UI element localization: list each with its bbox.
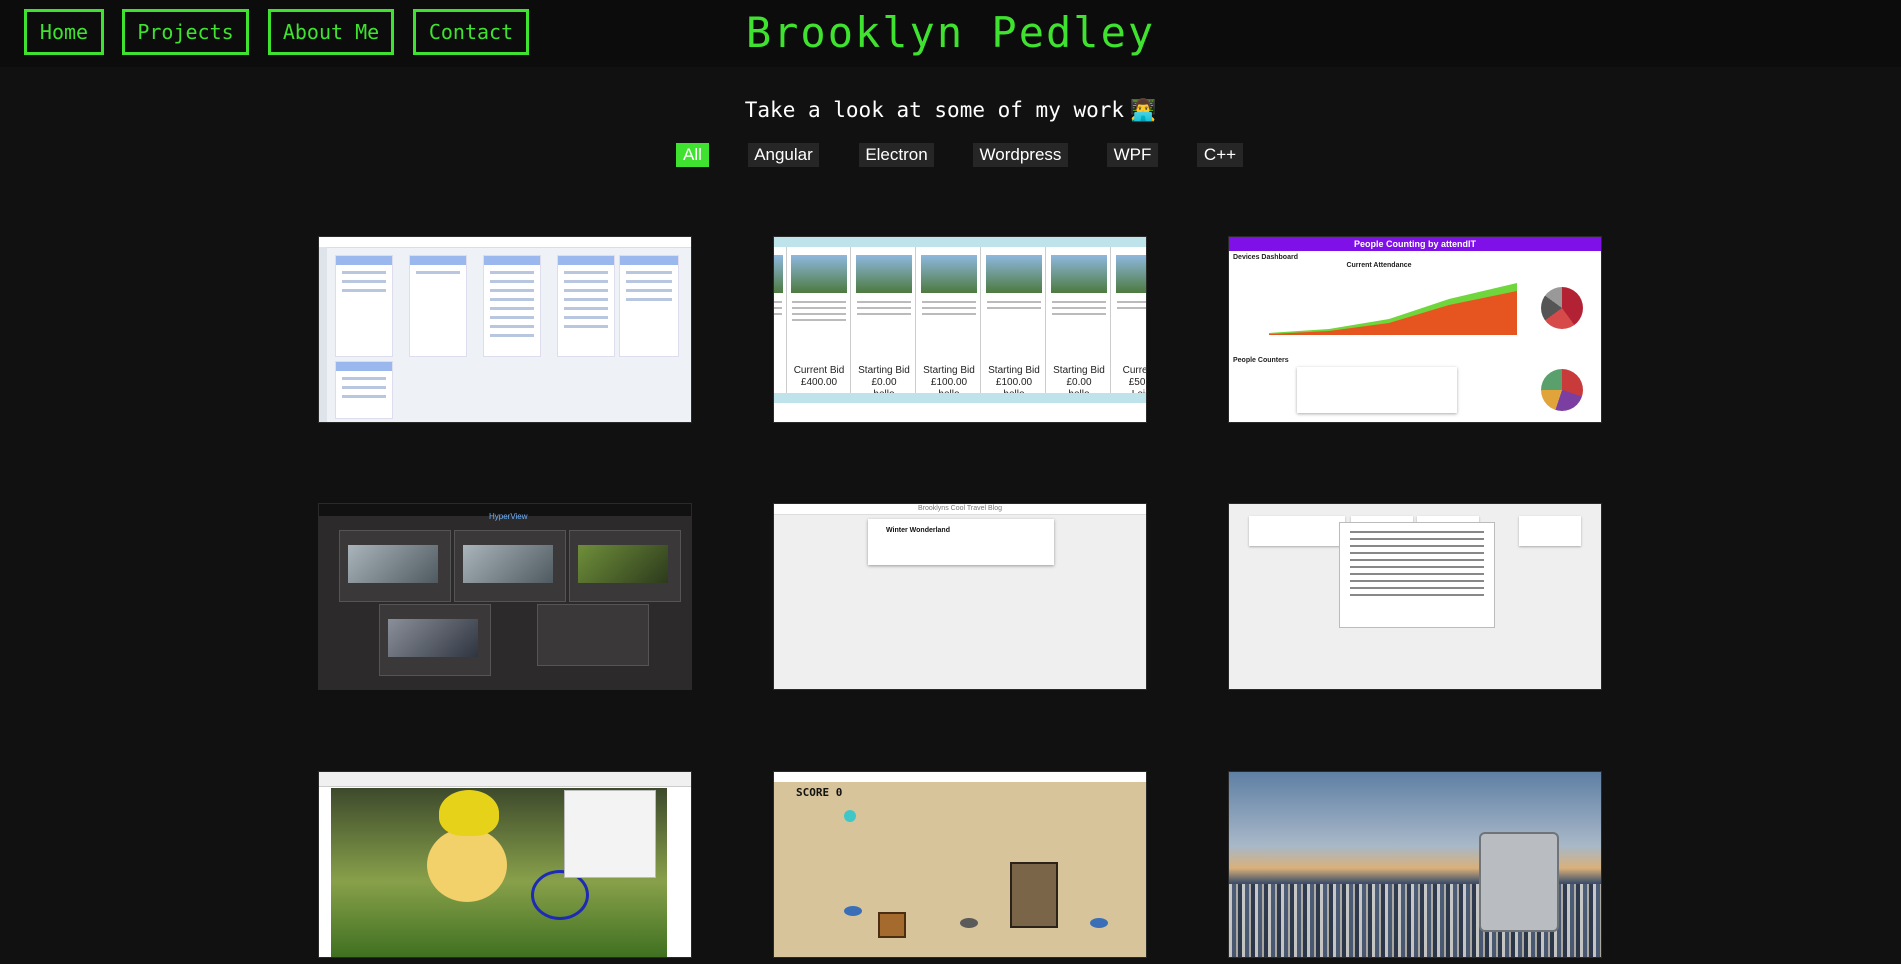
chick-image [427, 828, 507, 902]
filter-cpp[interactable]: C++ [1197, 143, 1243, 167]
footer-band [774, 393, 1146, 403]
blog-title: Brooklyns Cool Travel Blog [917, 505, 1003, 512]
doc-card [1249, 516, 1345, 546]
board-column [335, 255, 393, 357]
camera-tile [339, 530, 451, 602]
bid-amount: £50.00 [1128, 377, 1146, 388]
intro-text: Take a look at some of my work [744, 98, 1125, 122]
crate [878, 912, 906, 938]
header-band [774, 237, 1146, 247]
filter-wordpress[interactable]: Wordpress [973, 143, 1068, 167]
project-card-kanban[interactable] [318, 236, 692, 423]
board-column [409, 255, 467, 357]
player-tank [1010, 862, 1058, 928]
bid-label: Starting Bid [1053, 365, 1105, 376]
color-selector-panel [564, 790, 656, 878]
board-column [557, 255, 615, 357]
bid-amount: £100.00 [930, 377, 968, 388]
bid-label: Starting Bid [988, 365, 1040, 376]
board-column [483, 255, 541, 357]
score-display: SCORE 0 [796, 786, 843, 799]
board-column [335, 361, 393, 419]
app-title-bar: People Counting by attendIT [1229, 237, 1601, 251]
auction-lot: Starting Bid£100.00hello [983, 247, 1046, 400]
flower-image [439, 790, 499, 836]
app-toolbar [319, 237, 691, 248]
intro-heading: Take a look at some of my work 👨‍💻 [0, 98, 1901, 123]
bid-amount: £100.00 [995, 377, 1033, 388]
project-card-documents[interactable] [1228, 503, 1602, 690]
project-card-auction[interactable]: Current Bid£400.00 Starting Bid£0.00hell… [773, 236, 1147, 423]
project-card-marina-photo[interactable] [1228, 771, 1602, 958]
auction-lot: Starting Bid£0.00hello [853, 247, 916, 400]
counter-card [1297, 367, 1457, 413]
document-preview [1339, 522, 1495, 628]
nav-home-button[interactable]: Home [24, 9, 104, 55]
app-name: HyperView [489, 512, 528, 521]
filter-angular[interactable]: Angular [748, 143, 819, 167]
window-title-bar [774, 772, 1146, 782]
camera-tile [454, 530, 566, 602]
app-menu-bar [319, 772, 691, 787]
attendance-area-chart [1269, 283, 1517, 335]
project-card-paint-app[interactable] [318, 771, 692, 958]
section-devices-dashboard: Devices Dashboard [1233, 254, 1298, 261]
doc-card [1519, 516, 1581, 546]
bid-amount: £0.00 [871, 377, 897, 388]
sensor-device [1479, 832, 1559, 932]
auction-lot: Current B£50.00Leigh [1113, 247, 1147, 400]
filter-wpf[interactable]: WPF [1107, 143, 1158, 167]
zombie-sprite [1090, 918, 1108, 928]
bid-label: Current B [1122, 365, 1147, 376]
auction-lot [774, 247, 787, 395]
bid-label: Starting Bid [858, 365, 910, 376]
zombie-sprite [844, 906, 862, 916]
technologist-emoji-icon: 👨‍💻 [1130, 98, 1157, 122]
chart-title: Current Attendance [1346, 262, 1412, 269]
nav-projects-button[interactable]: Projects [122, 9, 249, 55]
bid-label: Current Bid [793, 365, 845, 376]
filter-all[interactable]: All [676, 143, 709, 167]
camera-tile [569, 530, 681, 602]
bid-amount: £400.00 [800, 377, 838, 388]
nav-about-button[interactable]: About Me [268, 9, 394, 55]
auction-lot: Starting Bid£100.00hello [918, 247, 981, 400]
bid-amount: £0.00 [1066, 377, 1092, 388]
section-people-counters: People Counters [1233, 357, 1289, 364]
pie-chart [1541, 287, 1583, 329]
project-filters: All Angular Electron Wordpress WPF C++ [0, 143, 1901, 168]
pie-chart [1541, 369, 1583, 411]
zombie-sprite [844, 810, 856, 822]
board-column [619, 255, 679, 357]
blog-post-card: Winter Wonderland [868, 519, 1054, 565]
project-card-hyperview[interactable]: HyperView [318, 503, 692, 690]
camera-tile [379, 604, 491, 676]
auction-lot: Starting Bid£0.00hello [1048, 247, 1111, 400]
bid-label: Starting Bid [923, 365, 975, 376]
project-card-zombie-game[interactable]: SCORE 0 [773, 771, 1147, 958]
filter-electron[interactable]: Electron [859, 143, 934, 167]
app-sidebar [319, 247, 327, 422]
post-title: Winter Wonderland [886, 527, 950, 534]
project-card-travel-blog[interactable]: Brooklyns Cool Travel Blog Winter Wonder… [773, 503, 1147, 690]
auction-lot: Current Bid £400.00 [788, 247, 851, 395]
nav-contact-button[interactable]: Contact [413, 9, 529, 55]
zombie-sprite [960, 918, 978, 928]
project-card-people-counting[interactable]: People Counting by attendIT Devices Dash… [1228, 236, 1602, 423]
device-list-panel [537, 604, 649, 666]
site-header: Home Projects About Me Contact Brooklyn … [0, 0, 1901, 67]
